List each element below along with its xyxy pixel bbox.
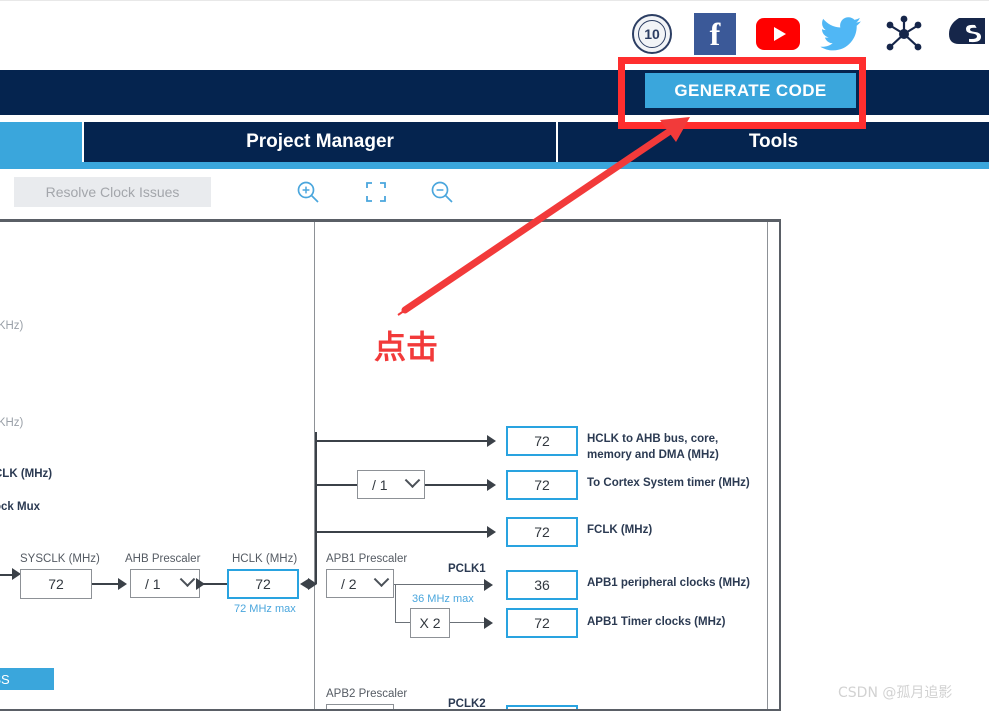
chevron-down-icon <box>179 571 196 588</box>
generate-code-button[interactable]: GENERATE CODE <box>645 73 856 108</box>
youtube-icon[interactable] <box>756 12 800 56</box>
chevron-down-icon <box>404 472 421 489</box>
community-hub-icon[interactable] <box>882 12 926 56</box>
out1-label-line2: memory and DMA (MHz) <box>587 449 719 461</box>
apb1-prescaler-value: / 2 <box>341 575 357 592</box>
sysclk-label: SYSCLK (MHz) <box>20 553 100 565</box>
tab-tools[interactable]: Tools <box>556 122 989 162</box>
pclk2-label: PCLK2 <box>448 698 486 710</box>
zoom-in-icon[interactable] <box>295 179 321 205</box>
cut-label-lse-khz: (KHz) <box>0 320 24 332</box>
out2-wire-a <box>315 484 357 486</box>
out3-value[interactable]: 72 <box>506 517 578 547</box>
social-icon-row: 10 f <box>630 10 989 58</box>
out2-label: To Cortex System timer (MHz) <box>587 477 750 489</box>
app-root: 10 f GENERATE CODE Project Manager Tools… <box>0 0 989 711</box>
cortex-prescaler-select[interactable]: / 1 <box>357 470 425 499</box>
tab-active-blank[interactable] <box>0 122 82 162</box>
enable-css-button[interactable]: ble CSS <box>0 668 54 690</box>
out4-label: APB1 peripheral clocks (MHz) <box>587 577 750 589</box>
clock-toolbar: Resolve Clock Issues <box>0 169 989 219</box>
out2-arrow <box>487 479 496 491</box>
out2-value[interactable]: 72 <box>506 470 578 500</box>
out1-wire <box>315 440 492 442</box>
out1-value[interactable]: 72 <box>506 426 578 456</box>
main-tab-bar: Project Manager Tools <box>0 122 989 169</box>
zoom-out-icon[interactable] <box>429 179 455 205</box>
apb1-max-label: 36 MHz max <box>412 593 474 605</box>
chevron-down-icon <box>373 571 390 588</box>
anniversary-badge-label: 10 <box>644 26 660 42</box>
ahb-to-hclk-arrow <box>196 578 205 590</box>
facebook-icon-glyph: f <box>709 15 721 52</box>
apb2-prescaler-label: APB2 Prescaler <box>326 688 408 700</box>
clock-configuration-diagram: (KHz) (KHz) CLK (MHz) ock Mux ble CSS SY… <box>0 219 781 711</box>
st-logo-glyph <box>949 18 985 44</box>
ahb-prescaler-select[interactable]: / 1 <box>130 569 200 598</box>
cut-label-clock-mux: ock Mux <box>0 501 41 513</box>
out1-arrow <box>487 435 496 447</box>
twitter-bird-glyph <box>820 17 861 51</box>
action-bar: GENERATE CODE <box>0 70 989 115</box>
apb1-x2-branch-h <box>395 622 410 623</box>
apb1-in-arrow <box>308 578 317 590</box>
watermark-text: CSDN @孤月追影 <box>838 685 953 701</box>
fit-to-screen-icon[interactable] <box>363 179 389 205</box>
tab-bar-underline <box>0 162 989 169</box>
chevron-down-icon <box>373 706 390 709</box>
top-social-band: 10 f <box>0 0 989 70</box>
mux-out-wire <box>0 574 16 576</box>
apb1-x2-branch-v <box>395 584 396 622</box>
st-logo-icon[interactable] <box>945 12 989 56</box>
youtube-play-triangle <box>773 27 786 41</box>
hclk-left-arrow <box>300 579 308 589</box>
out1-label-line1: HCLK to AHB bus, core, <box>587 433 719 445</box>
hclk-max-label: 72 MHz max <box>234 603 296 615</box>
sysclk-to-ahb-arrow <box>118 578 127 590</box>
facebook-icon[interactable]: f <box>693 12 737 56</box>
out5-label: APB1 Timer clocks (MHz) <box>587 616 726 628</box>
apb1-prescaler-select[interactable]: / 2 <box>326 569 394 598</box>
community-hub-glyph <box>886 15 922 51</box>
anniversary-badge-icon[interactable]: 10 <box>630 12 674 56</box>
annotation-click-text: 点击 <box>374 328 439 366</box>
out3-label: FCLK (MHz) <box>587 524 653 536</box>
ahb-prescaler-label: AHB Prescaler <box>125 553 201 565</box>
apb1-prescaler-label: APB1 Prescaler <box>326 553 408 565</box>
apb1-timer-multiplier: X 2 <box>410 608 450 638</box>
out3-arrow <box>487 526 496 538</box>
hclk-branch-trunk <box>315 432 317 584</box>
hclk-value[interactable]: 72 <box>227 569 299 599</box>
out4-value[interactable]: 36 <box>506 570 578 600</box>
pclk1-label: PCLK1 <box>448 563 486 575</box>
pclk1-wire <box>394 584 487 585</box>
resolve-clock-issues-button[interactable]: Resolve Clock Issues <box>14 177 211 207</box>
sysclk-value[interactable]: 72 <box>20 569 92 599</box>
twitter-icon[interactable] <box>819 12 863 56</box>
hclk-label: HCLK (MHz) <box>232 553 298 565</box>
x2-out-wire <box>450 622 488 623</box>
out4-arrow <box>484 579 493 591</box>
out2-wire-b <box>425 484 492 486</box>
out3-wire <box>315 531 492 533</box>
out5-arrow <box>484 617 493 629</box>
apb2-prescaler-select[interactable]: / 1 <box>326 704 394 709</box>
tab-project-manager[interactable]: Project Manager <box>82 122 556 162</box>
cut-label-sysclk: CLK (MHz) <box>0 468 53 480</box>
cut-label-lsi-khz: (KHz) <box>0 417 24 429</box>
apb2-out-value[interactable]: 72 <box>506 705 578 709</box>
diagram-separator-right <box>767 222 768 709</box>
ahb-prescaler-value: / 1 <box>145 575 161 592</box>
cortex-prescaler-value: / 1 <box>372 476 388 493</box>
out5-value[interactable]: 72 <box>506 608 578 638</box>
